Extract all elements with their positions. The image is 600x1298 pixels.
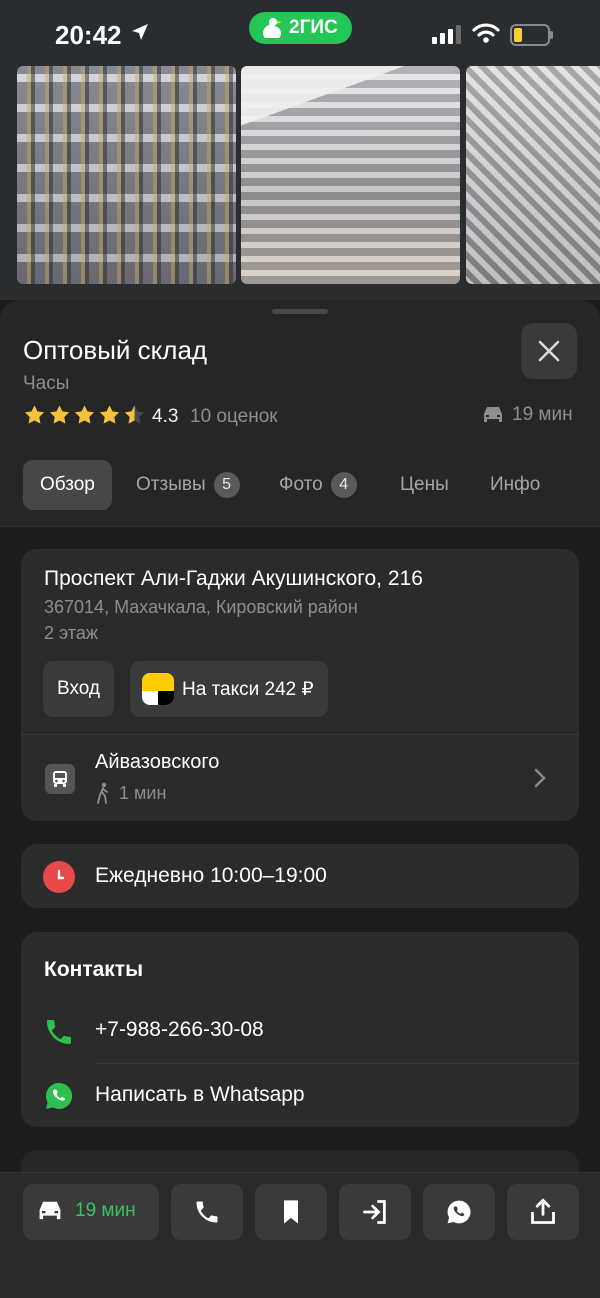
rating-stars	[23, 404, 146, 426]
drive-eta[interactable]: 19 мин	[480, 404, 573, 426]
tab-badge: 5	[213, 472, 240, 498]
tab-label: Отзывы	[136, 474, 206, 495]
contacts-card: Контакты +7-988-266-30-08 Написать в Wha…	[21, 932, 579, 1127]
yandex-taxi-icon	[142, 673, 174, 705]
close-button[interactable]	[521, 323, 577, 379]
whatsapp-button[interactable]	[423, 1184, 495, 1240]
tab-label: Цены	[400, 474, 449, 495]
close-icon	[538, 340, 560, 362]
star-icon	[74, 405, 95, 424]
enter-arrow-icon	[363, 1200, 386, 1224]
wifi-icon	[472, 22, 500, 49]
tab-badge: 4	[330, 472, 357, 498]
bus-icon	[45, 764, 75, 794]
clock-icon	[43, 861, 75, 893]
whatsapp-link[interactable]: Написать в Whatsapp	[95, 1083, 305, 1107]
brand-badge[interactable]: 2ГИС	[249, 12, 352, 44]
rating-value: 4.3	[152, 406, 179, 427]
brand-name: 2ГИС	[289, 17, 338, 38]
status-time: 20:42	[55, 20, 122, 50]
transit-stop-name[interactable]: Айвазовского	[95, 751, 219, 774]
status-bar: 20:42 2ГИС	[0, 0, 600, 64]
walking-person-icon	[97, 782, 108, 804]
rating-count[interactable]: 10 оценок	[190, 406, 278, 428]
photo-thumbnail[interactable]	[17, 66, 236, 284]
goose-logo-icon	[263, 18, 282, 38]
address-postal: 367014, Махачкала, Кировский район	[44, 597, 358, 617]
place-card-sheet: Оптовый склад Часы 4.3 10 оценок 19 мин …	[0, 300, 600, 1298]
cellular-signal-icon	[432, 24, 464, 49]
sheet-grabber[interactable]	[272, 309, 328, 314]
star-icon	[99, 405, 120, 424]
contacts-heading: Контакты	[44, 958, 144, 981]
taxi-button[interactable]: На такси 242 ₽	[130, 661, 328, 717]
entrance-label: Вход	[57, 678, 100, 699]
share-button[interactable]	[507, 1184, 579, 1240]
tab-photos[interactable]: Фото 4	[279, 460, 357, 510]
place-category: Часы	[23, 373, 70, 394]
address-card: Проспект Али-Гаджи Акушинского, 216 3670…	[21, 549, 579, 821]
photo-thumbnail[interactable]	[241, 66, 460, 284]
call-button[interactable]	[171, 1184, 243, 1240]
entrance-route-button[interactable]	[339, 1184, 411, 1240]
phone-icon	[43, 1016, 75, 1053]
location-arrow-icon	[130, 22, 150, 47]
divider	[21, 734, 579, 735]
phone-icon	[196, 1201, 218, 1223]
tab-label: Фото	[279, 474, 323, 495]
car-icon	[39, 1201, 61, 1220]
photo-thumbnail[interactable]	[466, 66, 600, 284]
tab-label: Обзор	[40, 474, 95, 495]
tab-info[interactable]: Инфо	[490, 460, 540, 510]
whatsapp-icon	[447, 1200, 471, 1224]
walk-time: 1 мин	[95, 782, 166, 804]
whatsapp-icon	[43, 1080, 75, 1117]
opening-hours: Ежедневно 10:00–19:00	[95, 864, 327, 887]
phone-number[interactable]: +7-988-266-30-08	[95, 1018, 264, 1042]
taxi-label: На такси 242 ₽	[182, 678, 314, 700]
star-half-icon	[124, 405, 145, 424]
battery-icon	[510, 24, 554, 51]
route-eta: 19 мин	[75, 1200, 136, 1221]
photo-gallery[interactable]	[0, 64, 600, 300]
entrance-button[interactable]: Вход	[43, 661, 114, 717]
route-button[interactable]: 19 мин	[23, 1184, 159, 1240]
place-header: Оптовый склад Часы 4.3 10 оценок 19 мин …	[0, 300, 600, 527]
address-floor: 2 этаж	[44, 623, 98, 643]
divider	[95, 1063, 579, 1064]
action-bar: 19 мин	[0, 1172, 600, 1298]
address-line[interactable]: Проспект Али-Гаджи Акушинского, 216	[44, 567, 423, 591]
chevron-right-icon[interactable]	[533, 767, 547, 794]
bookmark-icon	[284, 1200, 298, 1224]
star-icon	[49, 405, 70, 424]
tab-prices[interactable]: Цены	[400, 460, 449, 510]
drive-eta-text: 19 мин	[512, 404, 573, 425]
tab-reviews[interactable]: Отзывы 5	[136, 460, 240, 510]
walk-time-text: 1 мин	[119, 782, 167, 803]
place-title: Оптовый склад	[23, 335, 208, 365]
star-icon	[24, 405, 45, 424]
tab-overview[interactable]: Обзор	[23, 460, 112, 510]
hours-card[interactable]: Ежедневно 10:00–19:00	[21, 844, 579, 908]
share-icon	[531, 1198, 555, 1224]
car-icon	[484, 407, 502, 422]
tab-label: Инфо	[490, 474, 541, 495]
bookmark-button[interactable]	[255, 1184, 327, 1240]
